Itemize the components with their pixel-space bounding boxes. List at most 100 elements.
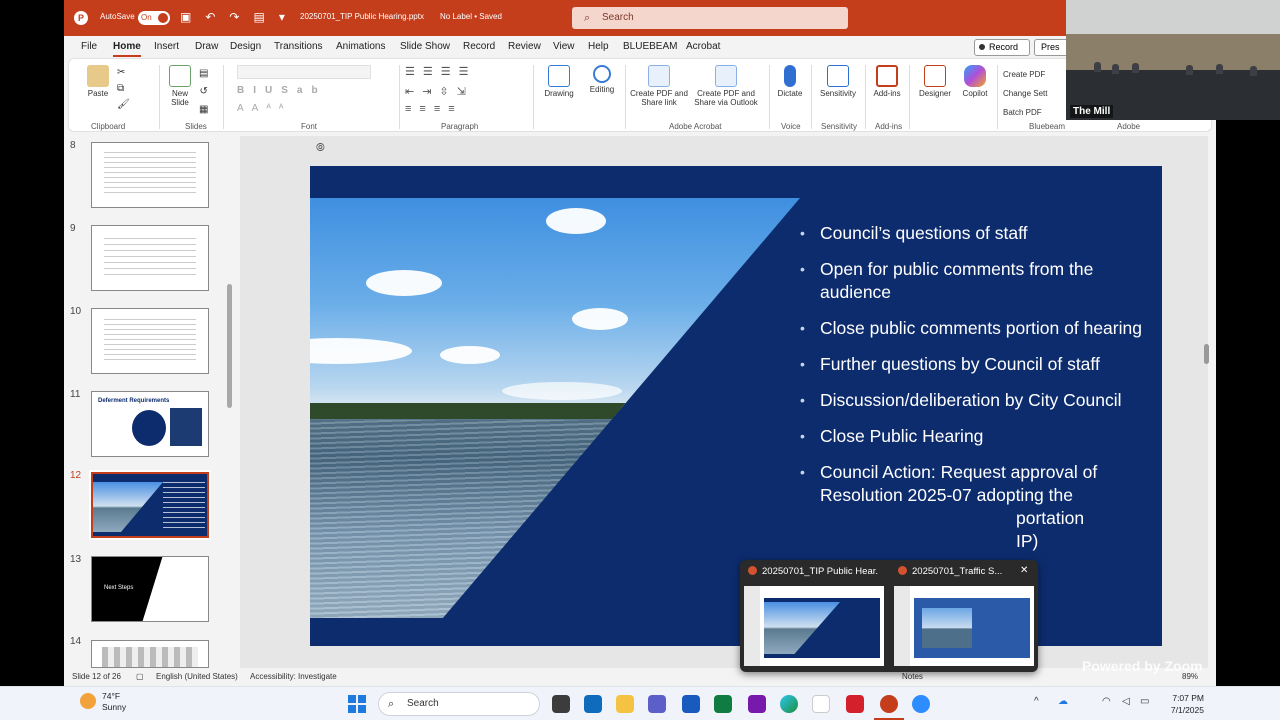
slide-thumbnail-11[interactable]: Deferment Requirements <box>91 391 209 457</box>
slide-thumbnail-14[interactable] <box>91 640 209 668</box>
tab-slide-show[interactable]: Slide Show <box>400 41 450 52</box>
canvas-scrollbar[interactable] <box>1204 136 1212 668</box>
cloud <box>310 338 412 364</box>
autosave-toggle[interactable]: On <box>138 11 170 25</box>
show-hidden-icons[interactable]: ^ <box>1034 696 1039 707</box>
task-view-icon[interactable] <box>552 695 570 713</box>
new-slide-button[interactable]: New Slide <box>163 65 197 107</box>
designer-button[interactable]: Designer <box>915 65 955 98</box>
format-painter-icon[interactable]: 🖌 <box>117 97 130 113</box>
drawing-button[interactable]: Drawing <box>539 65 579 98</box>
tab-animations[interactable]: Animations <box>336 41 385 52</box>
reset-icon[interactable]: ↺ <box>199 83 208 101</box>
outlook-icon[interactable] <box>584 695 602 713</box>
paste-button[interactable]: Paste <box>83 65 113 98</box>
thumb-bullets <box>163 482 205 530</box>
redo-icon[interactable]: ↷ <box>229 10 239 24</box>
acrobat-icon[interactable] <box>846 695 864 713</box>
search-placeholder: Search <box>602 12 634 23</box>
slide-thumbnail-12[interactable] <box>89 470 211 540</box>
powerpoint-icon[interactable] <box>880 695 898 713</box>
paragraph-align-buttons[interactable]: ≡≡≡≡ <box>405 103 463 115</box>
copilot-button[interactable]: Copilot <box>957 65 993 98</box>
create-pdf-share-link-button[interactable]: Create PDF and Share link <box>629 65 689 107</box>
tab-draw[interactable]: Draw <box>195 41 218 52</box>
dictate-button[interactable]: Dictate <box>773 65 807 98</box>
font-format-buttons[interactable]: BIUSab <box>237 85 327 96</box>
notes-button[interactable]: Notes <box>902 672 923 681</box>
font-name-dropdown[interactable] <box>237 65 371 79</box>
create-pdf-outlook-button[interactable]: Create PDF and Share via Outlook <box>689 65 763 107</box>
tab-review[interactable]: Review <box>508 41 541 52</box>
tab-file[interactable]: File <box>81 41 97 52</box>
sensitivity-label[interactable]: No Label • Saved <box>440 12 502 21</box>
present-icon[interactable]: ▤ <box>253 10 264 24</box>
spellcheck-icon[interactable]: ▢ <box>136 672 144 681</box>
accessibility-status[interactable]: Accessibility: Investigate <box>250 672 337 681</box>
slide-thumbnail-9[interactable] <box>91 225 209 291</box>
windows-start-icon[interactable] <box>348 695 366 713</box>
tab-design[interactable]: Design <box>230 41 261 52</box>
record-button[interactable]: Record <box>974 39 1030 56</box>
save-icon[interactable]: ▣ <box>180 10 191 24</box>
bluebeam-create-pdf-button[interactable]: Create PDF <box>1003 65 1047 84</box>
zoom-video-feed[interactable]: The Mill <box>1066 0 1280 120</box>
tab-transitions[interactable]: Transitions <box>274 41 323 52</box>
preview-thumbnail-tip[interactable] <box>744 586 884 666</box>
tab-acrobat[interactable]: Acrobat <box>686 41 720 52</box>
tab-help[interactable]: Help <box>588 41 609 52</box>
cut-icon[interactable]: ✂ <box>117 65 130 81</box>
tab-home[interactable]: Home <box>113 41 141 57</box>
slide-thumbnail-13[interactable]: Next Steps <box>91 556 209 622</box>
font-color-buttons[interactable]: AAᴬᴬ <box>237 103 291 114</box>
system-clock[interactable]: 7:07 PM 7/1/2025 <box>1162 692 1204 716</box>
tab-bluebeam[interactable]: BLUEBEAM <box>623 41 677 52</box>
slide-bullet-list[interactable]: Council’s questions of staff Open for pu… <box>798 222 1148 566</box>
preview-thumbnail-traffic[interactable] <box>894 586 1034 666</box>
edge-icon[interactable] <box>780 695 798 713</box>
find-icon <box>593 65 611 83</box>
slide-thumbnail-8[interactable] <box>91 142 209 208</box>
canvas-scroll-thumb[interactable] <box>1204 344 1209 364</box>
section-icon[interactable]: ▦ <box>199 101 208 119</box>
app-icon[interactable] <box>812 695 830 713</box>
copy-icon[interactable]: ⧉ <box>117 81 130 97</box>
excel-icon[interactable] <box>714 695 732 713</box>
preview-window-title[interactable]: 20250701_TIP Public Hear... <box>748 566 878 577</box>
tab-insert[interactable]: Insert <box>154 41 179 52</box>
onedrive-icon[interactable]: ☁ <box>1058 696 1068 707</box>
paragraph-indent-buttons[interactable]: ⇤⇥⇳⇲ <box>405 85 474 98</box>
thumbnail-scrollbar[interactable] <box>227 140 233 660</box>
bluebeam-batch-pdf-button[interactable]: Batch PDF <box>1003 103 1047 122</box>
slide-thumbnail-10[interactable] <box>91 308 209 374</box>
battery-icon[interactable]: ▭ <box>1140 696 1149 707</box>
designer-hint-icon[interactable]: ⦾ <box>316 142 325 155</box>
bluebeam-change-settings-button[interactable]: Change Sett <box>1003 84 1047 103</box>
word-icon[interactable] <box>682 695 700 713</box>
teams-icon[interactable] <box>648 695 666 713</box>
thumbnail-scroll-thumb[interactable] <box>227 284 232 408</box>
paste-icon <box>87 65 109 87</box>
volume-icon[interactable]: ◁ <box>1122 696 1130 707</box>
tab-record[interactable]: Record <box>463 41 495 52</box>
customize-icon[interactable]: ▾ <box>279 10 285 24</box>
onenote-icon[interactable] <box>748 695 766 713</box>
add-ins-button[interactable]: Add-ins <box>869 65 905 98</box>
tab-view[interactable]: View <box>553 41 575 52</box>
close-icon[interactable]: ✕ <box>1020 565 1028 576</box>
preview-window-title[interactable]: 20250701_Traffic S... <box>898 566 1016 577</box>
zoom-icon[interactable] <box>912 695 930 713</box>
taskbar-search[interactable]: ⌕ Search <box>378 692 540 716</box>
undo-icon[interactable]: ↶ <box>205 10 215 24</box>
paragraph-list-buttons[interactable]: ☰☰☰☰ <box>405 65 476 78</box>
editing-button[interactable]: Editing <box>583 65 621 94</box>
language-status[interactable]: English (United States) <box>156 672 238 681</box>
wifi-icon[interactable]: ◠ <box>1102 696 1111 707</box>
file-explorer-icon[interactable] <box>616 695 634 713</box>
attendee <box>1186 65 1193 75</box>
layout-icon[interactable]: ▤ <box>199 65 208 83</box>
weather-widget[interactable]: 74°F Sunny <box>80 691 126 713</box>
clipboard-small-buttons: ✂ ⧉ 🖌 <box>117 65 130 113</box>
search-box[interactable]: ⌕ Search <box>572 7 848 29</box>
sensitivity-button[interactable]: Sensitivity <box>815 65 861 98</box>
